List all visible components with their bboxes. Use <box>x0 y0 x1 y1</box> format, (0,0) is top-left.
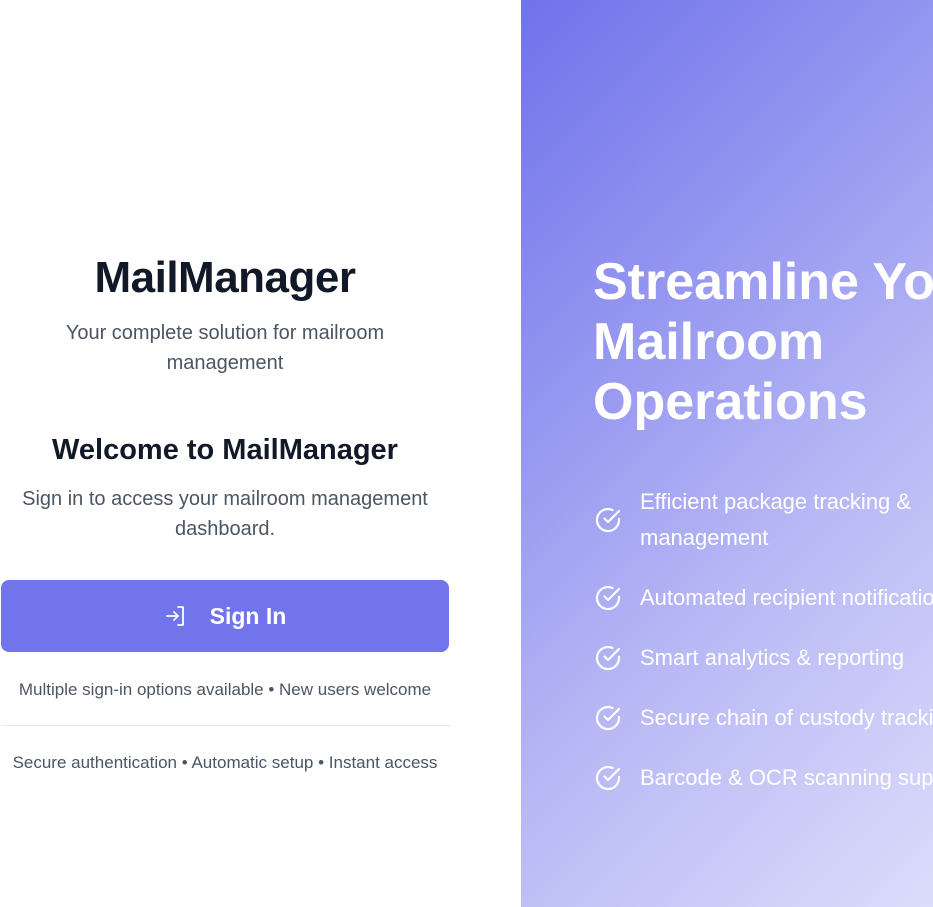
security-footer-text: Secure authentication • Automatic setup … <box>12 753 438 772</box>
login-panel: MailManager Your complete solution for m… <box>0 0 521 907</box>
feature-item: Barcode & OCR scanning support <box>593 760 933 796</box>
feature-text: Barcode & OCR scanning support <box>640 765 933 790</box>
feature-text: Efficient package tracking & management <box>640 489 912 550</box>
login-content: MailManager Your complete solution for m… <box>0 250 450 775</box>
hero-title-line-1: Streamline Your <box>593 253 933 311</box>
feature-text: Automated recipient notifications <box>640 585 933 610</box>
check-circle-icon <box>593 643 623 673</box>
feature-text: Smart analytics & reporting <box>640 645 905 670</box>
brand-subtitle: Your complete solution for mailroom mana… <box>65 322 385 374</box>
feature-text: Secure chain of custody tracking <box>640 705 933 730</box>
divider <box>2 725 450 726</box>
check-circle-icon <box>593 703 623 733</box>
feature-item: Efficient package tracking & management <box>593 484 933 556</box>
hero-content: Streamline Your Mailroom Operations Effi… <box>593 252 933 820</box>
hero-panel: Streamline Your Mailroom Operations Effi… <box>521 0 933 907</box>
check-circle-icon <box>593 763 623 793</box>
sign-in-icon <box>164 604 188 628</box>
hero-title: Streamline Your Mailroom Operations <box>593 252 933 432</box>
login-page: MailManager Your complete solution for m… <box>0 0 933 907</box>
check-circle-icon <box>593 505 623 535</box>
welcome-text: Sign in to access your mailroom manageme… <box>22 488 428 540</box>
hero-title-line-3: Operations <box>593 373 868 431</box>
brand-title: MailManager <box>94 253 356 302</box>
sign-in-options-text: Multiple sign-in options available • New… <box>18 680 432 699</box>
feature-item: Secure chain of custody tracking <box>593 700 933 736</box>
feature-item: Automated recipient notifications <box>593 580 933 616</box>
welcome-title: Welcome to MailManager <box>52 434 398 466</box>
hero-title-line-2: Mailroom <box>593 313 825 371</box>
feature-item: Smart analytics & reporting <box>593 640 933 676</box>
sign-in-label: Sign In <box>209 602 287 629</box>
feature-list: Efficient package tracking & management … <box>593 484 933 796</box>
check-circle-icon <box>593 583 623 613</box>
sign-in-button[interactable]: Sign In <box>1 580 449 652</box>
